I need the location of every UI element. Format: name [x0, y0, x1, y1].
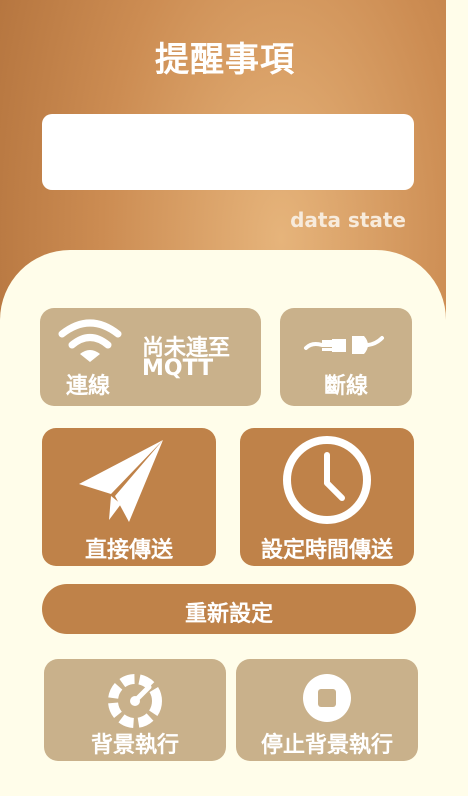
- stop-background-label: 停止背景執行: [260, 733, 393, 758]
- disconnect-button[interactable]: 斷線: [280, 308, 412, 406]
- clock-icon: [283, 436, 371, 524]
- scheduled-send-button[interactable]: 設定時間傳送: [240, 428, 414, 566]
- background-run-label: 背景執行: [90, 733, 179, 758]
- paper-plane-icon: [79, 440, 163, 522]
- page-title: 提醒事項: [155, 40, 295, 80]
- plug-icon: [304, 336, 384, 354]
- connect-button[interactable]: 連線 尚未連至 MQTT: [40, 308, 261, 406]
- disconnect-label: 斷線: [323, 374, 368, 399]
- data-state-label: data state: [290, 208, 406, 232]
- reset-button[interactable]: 重新設定: [42, 584, 416, 634]
- scheduled-send-label: 設定時間傳送: [260, 538, 393, 563]
- message-display-box[interactable]: [42, 114, 414, 190]
- connect-label: 連線: [65, 374, 110, 399]
- send-now-button[interactable]: 直接傳送: [42, 428, 216, 566]
- gauge-icon: [108, 674, 162, 728]
- wifi-icon: [58, 319, 122, 362]
- stop-background-button[interactable]: 停止背景執行: [236, 659, 418, 761]
- stop-icon: [303, 674, 351, 722]
- mqtt-status-line2: MQTT: [142, 356, 214, 381]
- background-run-button[interactable]: 背景執行: [44, 659, 226, 761]
- right-edge-strip: [446, 0, 468, 796]
- send-now-label: 直接傳送: [84, 538, 173, 563]
- reset-label: 重新設定: [184, 602, 273, 627]
